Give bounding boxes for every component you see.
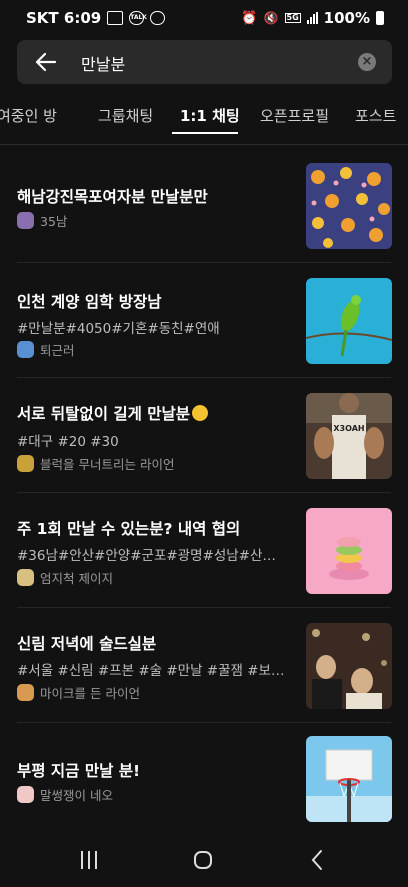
signal-icon (306, 12, 318, 24)
room-thumbnail (306, 508, 392, 594)
room-title: 인천 계양 임학 방장남 (17, 293, 162, 311)
active-tab-indicator (172, 132, 238, 134)
home-icon[interactable] (188, 848, 218, 872)
gallery-icon (107, 11, 124, 25)
carrier-time: SKT 6:09 (26, 9, 102, 27)
alarm-icon: ⏰ (241, 10, 258, 26)
battery-text: 100% (323, 9, 370, 27)
list-item[interactable]: 해남강진목포여자분 만날분만 35남 (0, 148, 408, 263)
tab-chatting[interactable]: 여중인 방 (0, 105, 57, 126)
avatar (17, 786, 34, 803)
host-name: 마이크를 든 라이언 (40, 686, 140, 701)
room-thumbnail (306, 278, 392, 364)
list-item[interactable]: 인천 계양 임학 방장남 #만날분#4050#기혼#동친#연애 퇴근러 (0, 263, 408, 378)
network-icon: 5G (284, 13, 301, 23)
avatar (17, 341, 34, 358)
status-bar: SKT 6:09 TALK ⏰ 🔇 5G 100% (0, 0, 408, 36)
search-input[interactable]: 만날분 (81, 51, 125, 75)
room-thumbnail: X3OAH (306, 393, 392, 479)
host-name: 35남 (40, 214, 68, 229)
room-title: 주 1회 만날 수 있는분? 내역 협의 (17, 520, 241, 538)
battery-icon (376, 11, 384, 25)
room-thumbnail (306, 736, 392, 822)
recent-apps-icon[interactable] (74, 848, 104, 872)
room-title: 신림 저녁에 술드실분 (17, 635, 157, 653)
room-title: 서로 뒤탈없이 길게 만날분 (17, 402, 209, 424)
system-nav-bar (0, 835, 408, 887)
message-icon (150, 11, 166, 25)
host-name: 퇴근러 (40, 343, 75, 358)
list-item[interactable]: 서로 뒤탈없이 길게 만날분 #대구 #20 #30 블럭을 무너트리는 라이언… (0, 378, 408, 493)
list-item[interactable]: 신림 저녁에 술드실분 #서울 #신림 #프본 #술 #만날 #꿀잼 #보톡 #… (0, 608, 408, 723)
room-title: 부평 지금 만날 분! (17, 762, 141, 780)
host-name: 말썽쟁이 네오 (40, 788, 113, 803)
room-tags: #대구 #20 #30 (17, 434, 119, 450)
host-name: 엄지척 제이지 (40, 571, 113, 586)
back-icon[interactable] (303, 848, 333, 872)
tab-open-profile[interactable]: 오픈프로필 (260, 105, 329, 126)
host-name: 블럭을 무너트리는 라이언 (40, 457, 175, 472)
mute-icon: 🔇 (263, 11, 279, 25)
room-thumbnail (306, 623, 392, 709)
back-arrow-icon[interactable] (35, 52, 57, 72)
list-item[interactable]: 주 1회 만날 수 있는분? 내역 협의 #36남#안산#안양#군포#광명#성남… (0, 493, 408, 608)
tab-one-on-one-chat[interactable]: 1:1 채팅 (180, 105, 240, 126)
room-thumbnail (306, 163, 392, 249)
avatar (17, 212, 34, 229)
shirt-print-text: X3OAH (333, 424, 364, 433)
clear-search-icon[interactable]: × (358, 53, 376, 71)
avatar (17, 455, 34, 472)
list-item[interactable]: 부평 지금 만날 분! 말썽쟁이 네오 (0, 723, 408, 838)
room-tags: #36남#안산#안양#군포#광명#성남#산본#의... (17, 548, 287, 564)
smile-emoji-icon (192, 405, 209, 421)
talk-icon: TALK (129, 11, 147, 25)
tab-group-chat[interactable]: 그룹채팅 (98, 105, 153, 126)
search-bar[interactable]: 만날분 × (17, 40, 392, 84)
avatar (17, 569, 34, 586)
tab-post[interactable]: 포스트 (355, 105, 396, 126)
room-tags: #만날분#4050#기혼#동친#연애 (17, 321, 220, 337)
room-tags: #서울 #신림 #프본 #술 #만날 #꿀잼 #보톡 #지금 (17, 663, 287, 679)
result-tabs: 여중인 방 그룹채팅 1:1 채팅 오픈프로필 포스트 (0, 92, 408, 145)
room-title: 해남강진목포여자분 만날분만 (17, 188, 208, 206)
avatar (17, 684, 34, 701)
